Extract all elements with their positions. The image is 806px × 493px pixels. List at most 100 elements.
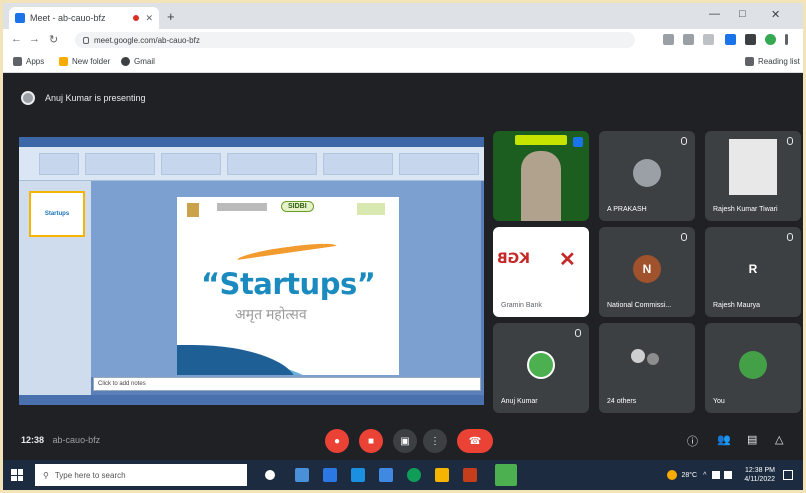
camera-icon[interactable] [663, 34, 674, 45]
participant-avatar: R [748, 262, 758, 276]
participant-tile[interactable]: R Rajesh Maurya [705, 227, 801, 317]
bookmark-new-folder[interactable]: New folder [59, 57, 110, 66]
network-icon[interactable] [712, 471, 721, 479]
info-icon[interactable]: ⓘ [687, 433, 698, 449]
participant-tile[interactable]: Rajesh Kumar Tiwari [705, 131, 801, 221]
maximize-button[interactable]: □ [739, 8, 746, 20]
browser-tab[interactable]: Meet - ab-cauo-bfz ✕ [9, 7, 159, 29]
meeting-clock: 12:38 ab-cauo-bfz [21, 435, 100, 445]
new-tab-button[interactable]: + [167, 9, 175, 24]
mail-icon[interactable] [323, 468, 337, 482]
reading-list-icon [745, 57, 754, 66]
ppt-status-bar [19, 395, 484, 405]
participant-name: Rajesh Maurya [713, 302, 761, 309]
pin-icon[interactable] [573, 137, 583, 147]
present-button[interactable]: ▣ [393, 429, 417, 453]
meet-stage: Anuj Kumar is presenting Startups SIDBI [3, 73, 803, 460]
volume-icon[interactable] [724, 471, 733, 479]
participant-photo [729, 139, 777, 195]
others-avatar [631, 349, 645, 363]
shared-screen: Startups SIDBI “Startups” अमृत महोत्सव C… [19, 137, 484, 405]
bookmark-apps[interactable]: Apps [13, 57, 44, 66]
slide-thumbnail: Startups [29, 191, 85, 237]
close-window-button[interactable]: ✕ [771, 8, 780, 21]
slide-canvas: SIDBI “Startups” अमृत महोत्सव [91, 181, 481, 377]
participant-name: Anuj Kumar [501, 398, 538, 405]
participant-video [521, 151, 561, 221]
tray-chevron-icon[interactable]: ^ [703, 472, 706, 479]
mic-off-icon [575, 329, 581, 337]
saffron-swoosh [236, 240, 338, 266]
back-button[interactable]: ← [11, 33, 22, 45]
participant-tile[interactable]: A PRAKASH [599, 131, 695, 221]
star-icon[interactable] [703, 34, 714, 45]
ppt-title-bar [19, 137, 484, 147]
slide-subheading: अमृत महोत्सव [235, 306, 307, 322]
task-view-icon[interactable] [265, 470, 275, 480]
ppt-ribbon [19, 147, 484, 181]
clock-date: 4/11/2022 [744, 476, 775, 483]
chrome-icon[interactable] [407, 468, 421, 482]
presenter-bar: Anuj Kumar is presenting [21, 91, 146, 105]
ribbon-group [161, 153, 221, 175]
meet-favicon-icon [15, 13, 25, 23]
search-placeholder: Type here to search [54, 470, 126, 480]
notes-pane[interactable]: Click to add notes [93, 377, 481, 391]
slide-thumbnails: Startups [19, 181, 91, 395]
share-icon[interactable] [683, 34, 694, 45]
forward-button[interactable]: → [29, 33, 40, 45]
activities-icon[interactable]: △ [775, 433, 783, 446]
others-avatar [647, 353, 659, 365]
weather-temp: 28°C [681, 471, 698, 479]
store-icon[interactable] [379, 468, 393, 482]
participant-name: You [713, 398, 725, 405]
profile-avatar[interactable] [765, 34, 776, 45]
bank-emblem-icon: ✕ [559, 249, 576, 271]
extension-icon[interactable] [725, 34, 736, 45]
reading-list[interactable]: Reading list [745, 57, 800, 66]
taskbar-search[interactable]: ⚲ Type here to search [35, 464, 247, 486]
meeting-code: ab-cauo-bfz [52, 435, 101, 445]
clock-time: 12:38 PM [745, 467, 775, 474]
participant-tile[interactable]: You [705, 323, 801, 413]
participant-tile[interactable]: 24 others [599, 323, 695, 413]
participant-avatar: N [633, 255, 661, 283]
bank-logo: KGB [497, 251, 531, 267]
lock-icon [83, 36, 89, 44]
browser-menu-icon[interactable] [785, 34, 788, 45]
chat-icon[interactable]: ▤ [747, 433, 757, 446]
participant-name: Gramin Bank [501, 302, 542, 309]
taskbar-app-icon[interactable] [295, 468, 309, 482]
ribbon-group [399, 153, 479, 175]
ribbon-group [85, 153, 155, 175]
globe-icon [121, 57, 130, 66]
notification-icon[interactable] [783, 470, 793, 480]
apps-grid-icon [13, 57, 22, 66]
participant-name: National Commissi... [607, 302, 672, 309]
participant-tile[interactable] [493, 131, 589, 221]
powerpoint-icon[interactable] [463, 468, 477, 482]
more-options-button[interactable]: ⋮ [423, 429, 447, 453]
people-icon[interactable]: 👥 [717, 433, 731, 446]
tab-close-icon[interactable]: ✕ [145, 13, 153, 24]
reload-button[interactable]: ↻ [49, 33, 58, 46]
active-app-icon[interactable] [495, 464, 517, 486]
minimize-button[interactable]: — [709, 8, 720, 20]
camera-toggle-button[interactable]: ■ [359, 429, 383, 453]
mic-toggle-button[interactable]: ● [325, 429, 349, 453]
participant-tile[interactable]: Anuj Kumar [493, 323, 589, 413]
ribbon-group [323, 153, 393, 175]
bookmark-gmail[interactable]: Gmail [121, 57, 155, 66]
edge-icon[interactable] [351, 468, 365, 482]
puzzle-icon[interactable] [745, 34, 756, 45]
participant-tile[interactable]: N National Commissi... [599, 227, 695, 317]
browser-toolbar: ← → ↻ meet.google.com/ab-cauo-bfz [3, 29, 803, 51]
taskbar-clock[interactable]: 12:38 PM 4/11/2022 [744, 466, 775, 484]
end-call-button[interactable]: ☎ [457, 429, 493, 453]
participant-tile[interactable]: KGB ✕ Gramin Bank [493, 227, 589, 317]
address-bar[interactable]: meet.google.com/ab-cauo-bfz [75, 32, 635, 48]
file-explorer-icon[interactable] [435, 468, 449, 482]
windows-start-icon[interactable] [11, 469, 23, 481]
search-icon: ⚲ [43, 470, 49, 480]
presenter-avatar [21, 91, 35, 105]
